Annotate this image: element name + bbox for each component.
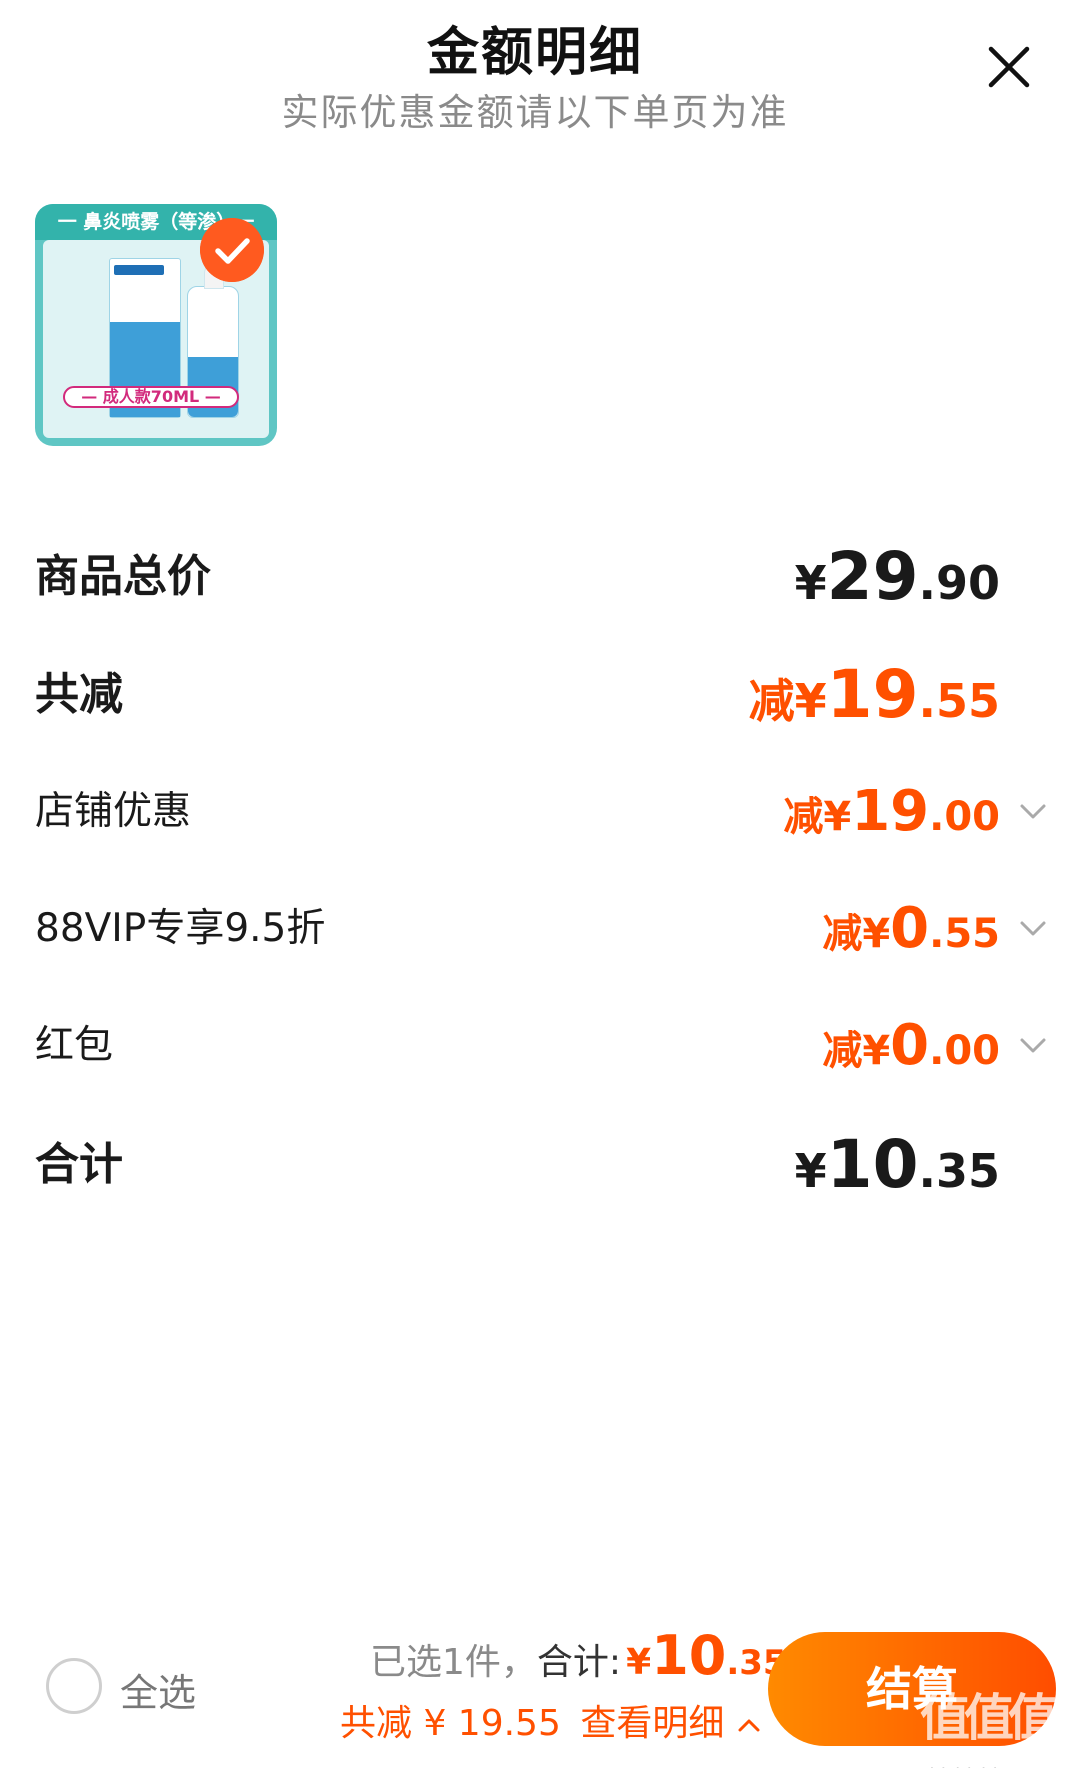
watermark-text: 值值值 — [920, 1689, 1058, 1747]
summary-sum-label: 合计: — [536, 1642, 622, 1683]
total-reduction-value: 减¥19.55 — [748, 656, 1000, 733]
chevron-down-icon[interactable] — [1016, 1028, 1050, 1062]
row-red-packet[interactable]: 红包 减¥0.00 — [35, 1006, 1070, 1086]
close-icon[interactable] — [986, 44, 1032, 90]
watermark: 值值值 zhizhizhi.com — [920, 1688, 1060, 1768]
row-total-reduction: 共减 减¥19.55 — [35, 655, 1070, 735]
select-all-label[interactable]: 全选 — [120, 1662, 196, 1717]
store-discount-value: 减¥19.00 — [783, 779, 1000, 844]
detail-link-label: 查看明细 — [580, 1703, 725, 1744]
row-sum: 合计 ¥10.35 — [35, 1125, 1070, 1205]
row-vip-discount[interactable]: 88VIP专享9.5折 减¥0.55 — [35, 889, 1070, 969]
row-goods-total: 商品总价 ¥29.90 — [35, 537, 1070, 617]
sum-value: ¥10.35 — [794, 1126, 1000, 1203]
selected-count: 已选1件， — [370, 1642, 537, 1683]
summary-sum-value: ¥10.35 — [626, 1624, 787, 1687]
goods-total-label: 商品总价 — [35, 551, 211, 602]
product-size-label: — 成人款70ML — — [63, 386, 239, 408]
selection-summary: 已选1件，合计: ¥10.35 — [370, 1624, 787, 1687]
sum-label: 合计 — [35, 1139, 123, 1190]
total-reduction-label: 共减 — [35, 669, 123, 720]
page-title: 金额明细 — [426, 23, 643, 83]
view-detail-link[interactable]: 共减 ¥ 19.55 查看明细 — [340, 1694, 762, 1746]
selected-check-icon[interactable] — [200, 218, 264, 282]
red-packet-value: 减¥0.00 — [822, 1013, 1000, 1078]
goods-total-value: ¥29.90 — [794, 538, 1000, 615]
summary-reduction: 共减 ¥ 19.55 — [340, 1703, 561, 1744]
watermark-url: zhizhizhi.com — [920, 1746, 1042, 1768]
page-subtitle: 实际优惠金额请以下单页为准 — [281, 91, 789, 134]
chevron-down-icon[interactable] — [1016, 794, 1050, 828]
vip-discount-value: 减¥0.55 — [822, 896, 1000, 961]
row-store-discount[interactable]: 店铺优惠 减¥19.00 — [35, 772, 1070, 852]
chevron-up-icon — [738, 1719, 760, 1732]
store-discount-label: 店铺优惠 — [35, 789, 192, 834]
select-all-radio[interactable] — [46, 1658, 102, 1714]
red-packet-label: 红包 — [35, 1023, 114, 1068]
chevron-down-icon[interactable] — [1016, 911, 1050, 945]
vip-discount-label: 88VIP专享9.5折 — [35, 906, 326, 951]
amount-detail-sheet: 金额明细 实际优惠金额请以下单页为准 一 鼻炎喷雾（等渗）一 — 成人款70ML… — [0, 0, 1070, 1768]
